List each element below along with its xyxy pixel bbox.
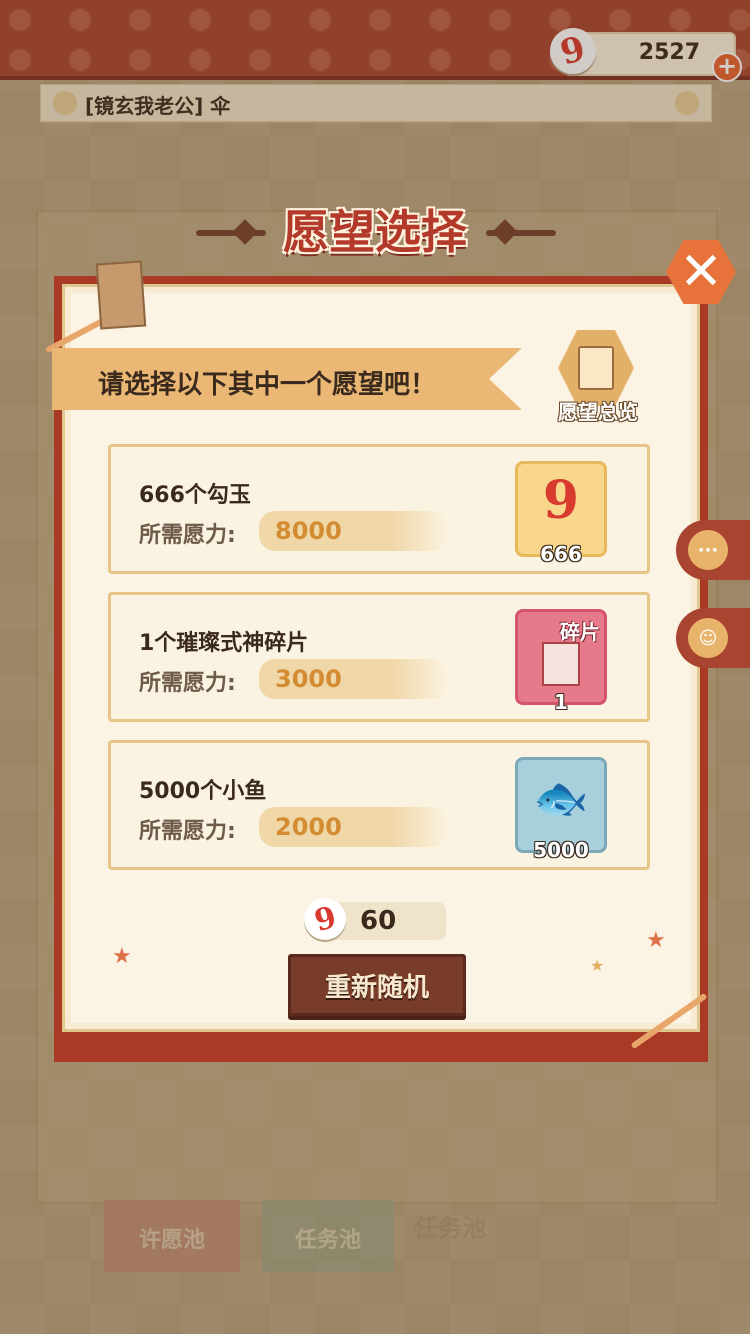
- reward-count: 1: [554, 690, 568, 714]
- wish-name: 5000个小鱼: [139, 779, 267, 804]
- wish-name: 1个璀璨式神碎片: [139, 631, 309, 656]
- wish-overview-label: 愿望总览: [558, 400, 638, 424]
- prompt-text: 请选择以下其中一个愿望吧！: [98, 370, 437, 400]
- shard-card-icon: [542, 642, 580, 686]
- wish-option[interactable]: 5000个小鱼 所需愿力: 2000 🐟 5000: [108, 740, 650, 870]
- wish-cost: 8000: [275, 517, 342, 545]
- reward-count: 5000: [533, 838, 589, 862]
- wish-cost-label: 所需愿力:: [139, 819, 236, 844]
- dialog-title: 愿望选择: [283, 205, 467, 259]
- star-icon: ★: [112, 944, 132, 969]
- magatama-icon: 9 666: [515, 461, 607, 566]
- reward-tag: 碎片: [560, 620, 600, 644]
- wish-cost-label: 所需愿力:: [139, 671, 236, 696]
- wish-cost: 2000: [275, 813, 342, 841]
- reroll-label: 重新随机: [324, 973, 429, 1003]
- star-icon: ★: [646, 928, 666, 953]
- fish-icon: 🐟 5000: [515, 757, 607, 862]
- chat-icon: ···: [688, 530, 728, 570]
- wish-option[interactable]: 1个璀璨式神碎片 所需愿力: 3000 碎片 1: [108, 592, 650, 722]
- close-icon: ✕: [679, 242, 723, 302]
- shikigami-shard-icon: 碎片 1: [515, 609, 607, 714]
- reroll-cost-value: 60: [360, 906, 397, 936]
- wish-cost: 3000: [275, 665, 342, 693]
- wooden-tag-icon: [95, 260, 147, 330]
- wish-name: 666个勾玉: [139, 483, 251, 508]
- scroll-icon: [578, 346, 614, 390]
- wish-option[interactable]: 666个勾玉 所需愿力: 8000 9 666: [108, 444, 650, 574]
- star-icon: ★: [590, 956, 605, 975]
- reward-glyph: 🐟: [533, 773, 589, 824]
- character-button[interactable]: ☺: [676, 608, 750, 668]
- reward-count: 666: [540, 542, 582, 566]
- reroll-button[interactable]: 重新随机: [288, 954, 466, 1016]
- reroll-cost: 9 60: [304, 898, 446, 940]
- character-icon: ☺: [688, 618, 728, 658]
- chat-button[interactable]: ···: [676, 520, 750, 580]
- reward-glyph: 9: [542, 470, 580, 531]
- magatama-icon: 9: [304, 898, 346, 940]
- wish-cost-label: 所需愿力:: [139, 523, 236, 548]
